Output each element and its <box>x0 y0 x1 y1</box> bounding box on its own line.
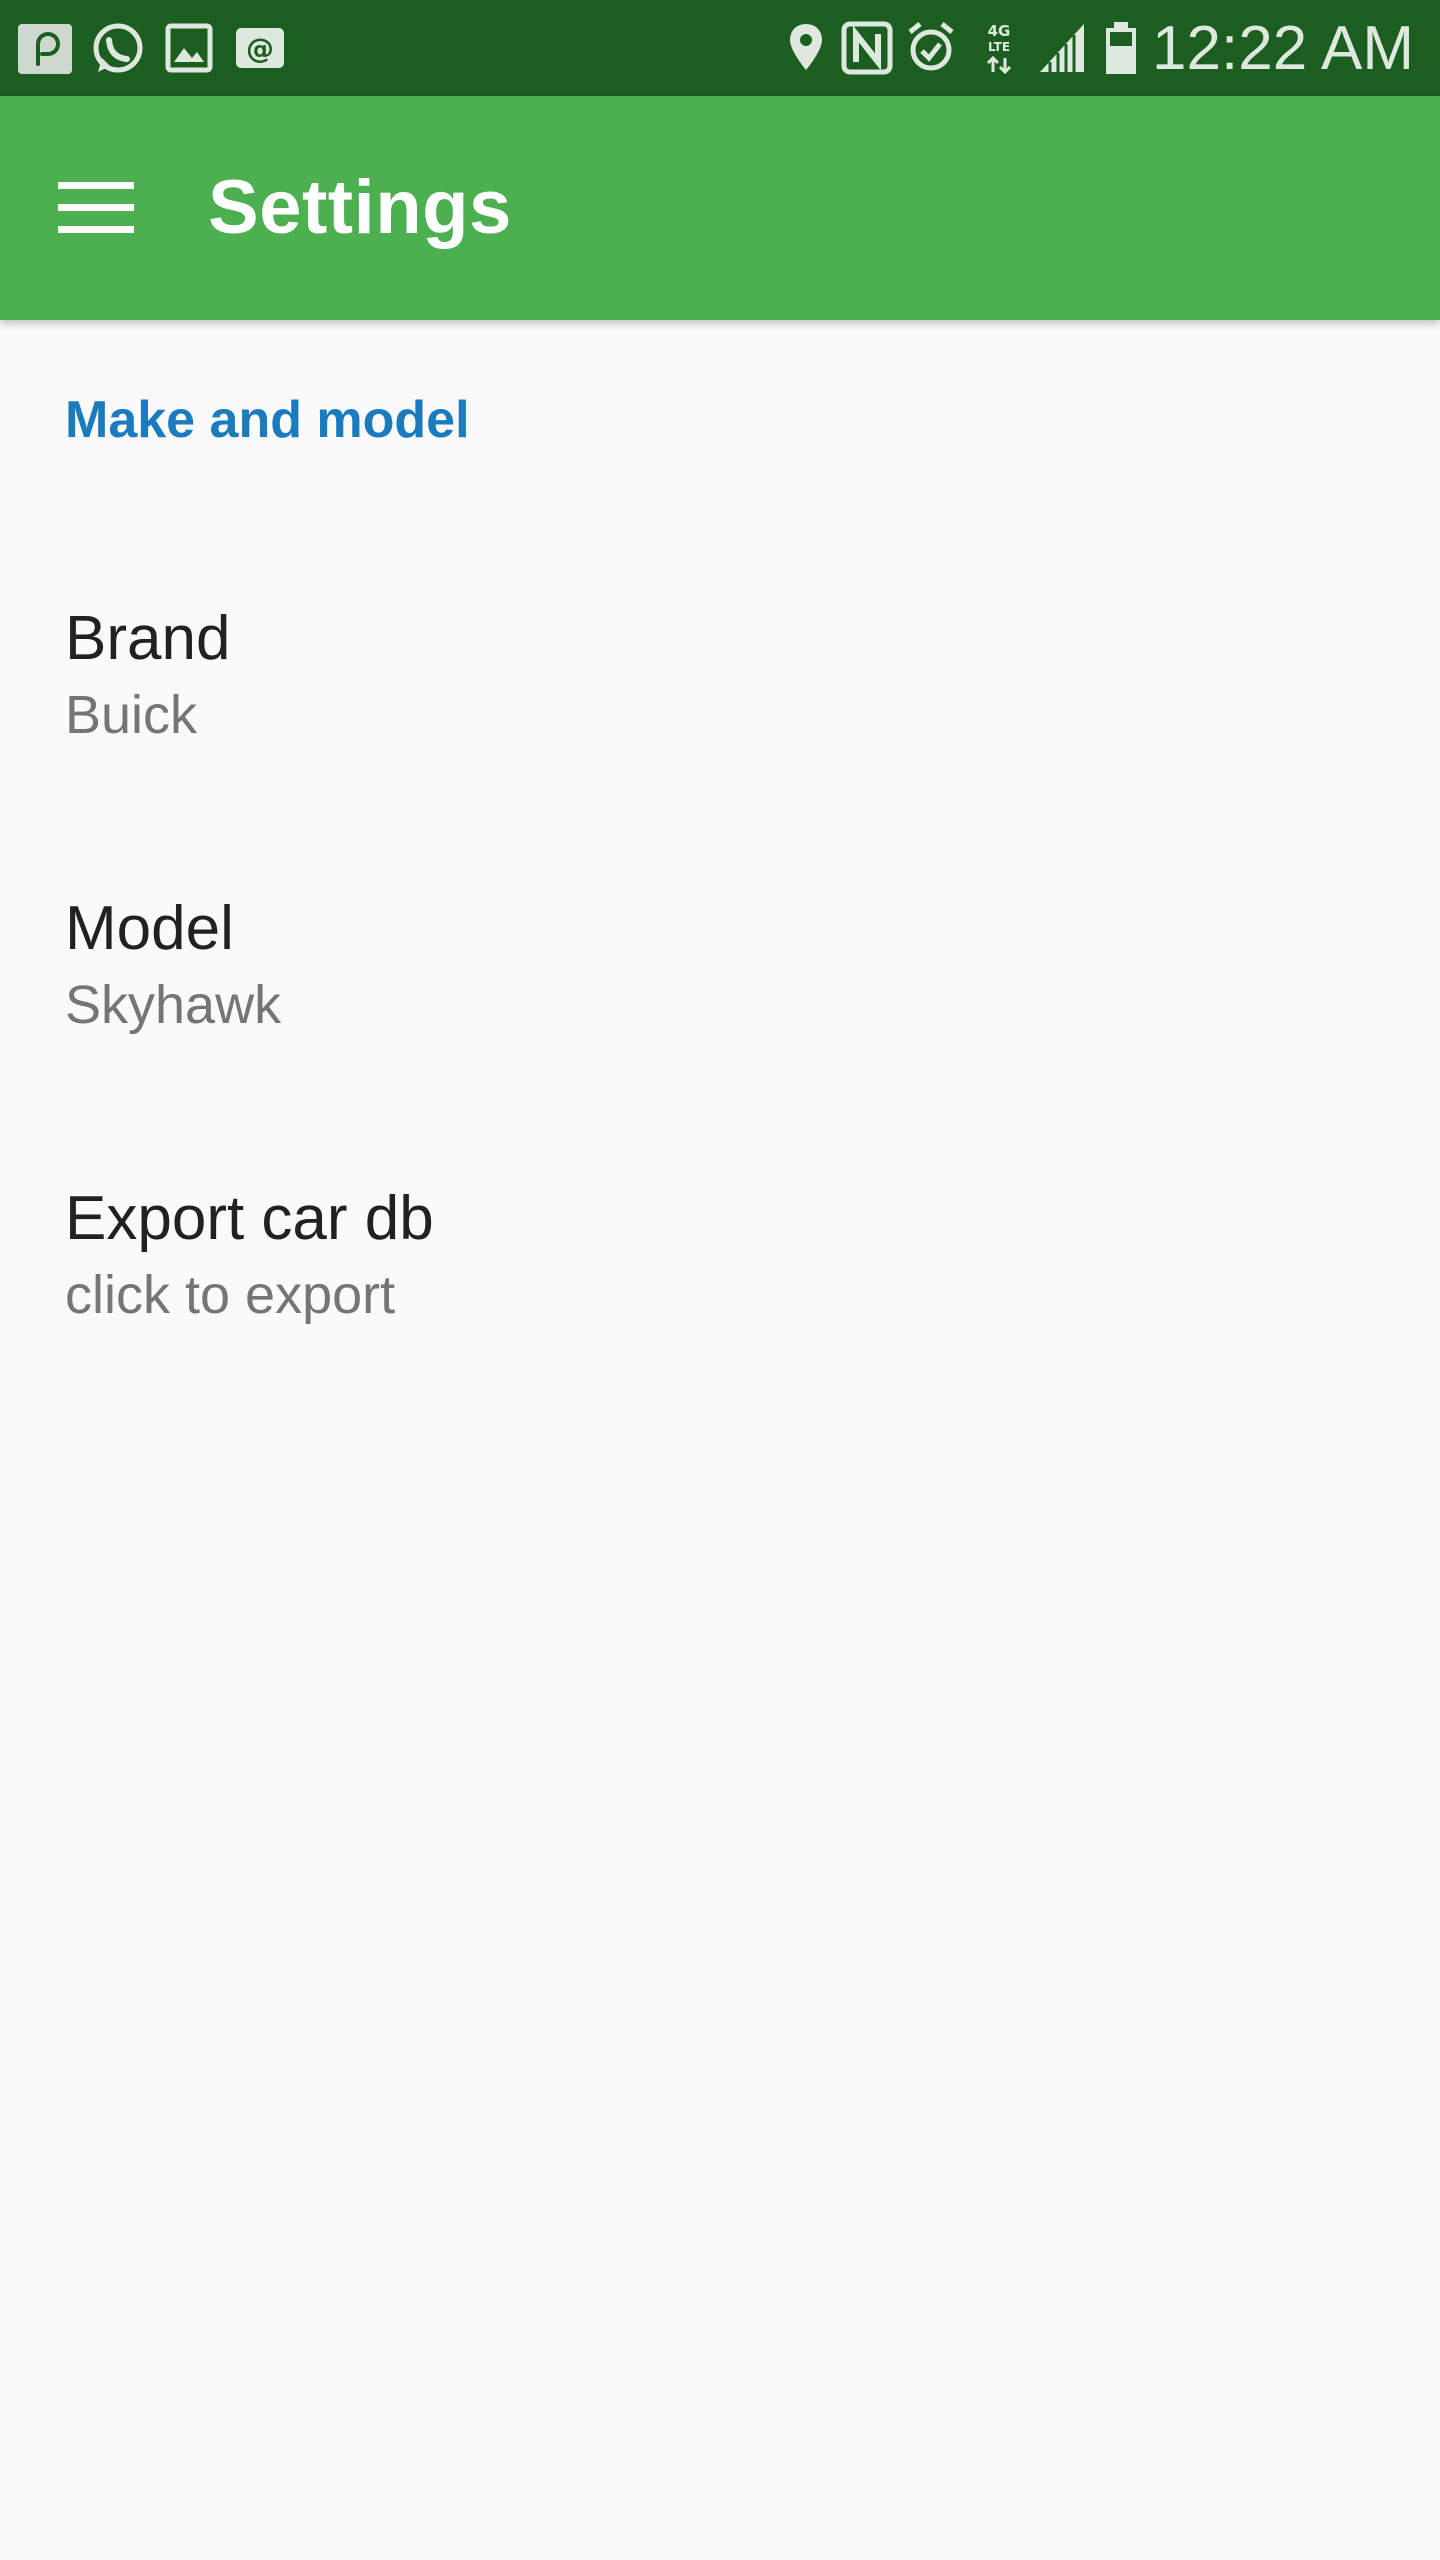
alarm-icon <box>908 22 954 71</box>
pref-export-title: Export car db <box>65 1184 434 1253</box>
pref-brand[interactable]: Brand Buick <box>0 602 1440 892</box>
status-bar: @ 4G LTE 12:22 AM <box>0 0 1440 96</box>
email-icon: @ <box>236 28 284 68</box>
pref-model[interactable]: Model Skyhawk <box>0 892 1440 1182</box>
nfc-icon <box>841 21 893 75</box>
pref-model-title: Model <box>65 894 234 963</box>
page-title: Settings <box>208 165 512 250</box>
whatsapp-icon <box>93 23 143 73</box>
svg-text:4G: 4G <box>988 22 1011 40</box>
gallery-icon <box>165 23 213 73</box>
pref-export-car-db[interactable]: Export car db click to export <box>0 1182 1440 1472</box>
pref-brand-title: Brand <box>65 604 231 673</box>
pref-model-summary: Skyhawk <box>65 975 282 1035</box>
status-time: 12:22 AM <box>1152 14 1414 83</box>
signal-icon <box>1040 24 1084 72</box>
menu-icon <box>58 182 134 233</box>
battery-icon <box>1106 22 1136 74</box>
menu-button[interactable] <box>36 148 156 268</box>
pref-brand-summary: Buick <box>65 685 198 745</box>
svg-text:LTE: LTE <box>988 40 1010 54</box>
app-bar: Settings <box>0 96 1440 320</box>
pref-export-summary: click to export <box>65 1265 396 1325</box>
svg-text:@: @ <box>246 32 274 65</box>
category-make-and-model: Make and model <box>65 391 470 449</box>
network-4g-lte-icon: 4G LTE <box>986 22 1012 75</box>
location-icon <box>790 24 822 70</box>
pocket-casts-icon <box>18 24 72 74</box>
